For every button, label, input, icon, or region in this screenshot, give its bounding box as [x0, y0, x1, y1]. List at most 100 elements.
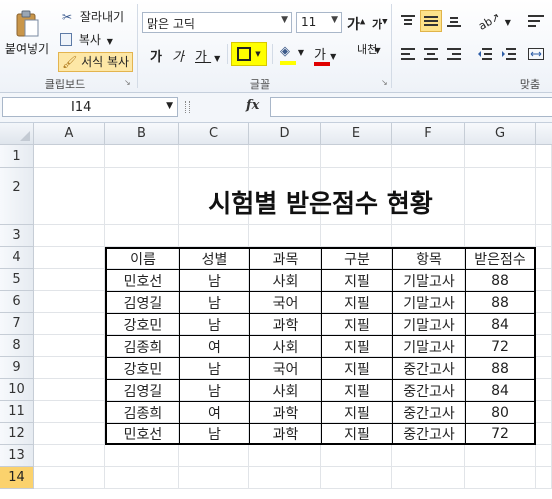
column-header-c[interactable]: C: [179, 123, 249, 145]
grid-cell[interactable]: [392, 145, 465, 168]
column-header-e[interactable]: E: [321, 123, 392, 145]
chevron-down-icon[interactable]: ▼: [375, 46, 381, 55]
format-painter-button[interactable]: 🖌 서식 복사: [58, 52, 134, 72]
grid-cell[interactable]: [536, 423, 552, 445]
row-header-8[interactable]: 8: [0, 335, 34, 357]
grid-cell[interactable]: [321, 225, 392, 247]
align-bottom-button[interactable]: [443, 10, 465, 32]
row-header-2[interactable]: 2: [0, 168, 34, 225]
table-cell[interactable]: 지필: [321, 423, 392, 445]
row-header-11[interactable]: 11: [0, 401, 34, 423]
grid-cell[interactable]: [536, 467, 552, 489]
font-size-select[interactable]: 11 ▼: [296, 12, 342, 33]
column-header-f[interactable]: F: [392, 123, 465, 145]
table-cell[interactable]: 민호선: [105, 269, 179, 291]
chevron-down-icon[interactable]: ▼: [214, 54, 220, 63]
grid-cell[interactable]: [536, 269, 552, 291]
chevron-down-icon[interactable]: ▼: [298, 48, 304, 57]
grow-font-button[interactable]: 가▲: [347, 14, 365, 34]
table-cell[interactable]: 지필: [321, 379, 392, 401]
copy-button[interactable]: 복사 ▼: [60, 31, 113, 48]
column-header-partial[interactable]: [536, 123, 552, 145]
grid-cell[interactable]: [34, 357, 105, 379]
grid-cell[interactable]: [34, 467, 105, 489]
table-cell[interactable]: 민호선: [105, 423, 179, 445]
table-cell[interactable]: 남: [179, 357, 249, 379]
table-cell[interactable]: 중간고사: [392, 423, 465, 445]
grid-cell[interactable]: [465, 467, 536, 489]
table-cell[interactable]: 사회: [249, 269, 321, 291]
table-cell[interactable]: 기말고사: [392, 291, 465, 313]
grid-cell[interactable]: [34, 379, 105, 401]
table-header-cell[interactable]: 구분: [321, 247, 392, 269]
align-left-button[interactable]: [397, 43, 419, 65]
row-header-12[interactable]: 12: [0, 423, 34, 445]
grid-cell[interactable]: [536, 445, 552, 467]
table-cell[interactable]: 여: [179, 335, 249, 357]
table-cell[interactable]: 지필: [321, 335, 392, 357]
table-cell[interactable]: 사회: [249, 335, 321, 357]
row-header-9[interactable]: 9: [0, 357, 34, 379]
grid-cell[interactable]: [249, 445, 321, 467]
grid-cell[interactable]: [179, 467, 249, 489]
table-cell[interactable]: 72: [465, 423, 536, 445]
table-cell[interactable]: 강호민: [105, 313, 179, 335]
table-cell[interactable]: 중간고사: [392, 379, 465, 401]
table-cell[interactable]: 남: [179, 379, 249, 401]
align-right-button[interactable]: [443, 43, 465, 65]
table-cell[interactable]: 기말고사: [392, 269, 465, 291]
table-cell[interactable]: 과학: [249, 401, 321, 423]
grid-cell[interactable]: [536, 247, 552, 269]
table-cell[interactable]: 과학: [249, 313, 321, 335]
formula-input[interactable]: [270, 97, 552, 117]
decrease-indent-button[interactable]: [474, 43, 496, 65]
table-cell[interactable]: 김종희: [105, 401, 179, 423]
table-header-cell[interactable]: 항목: [392, 247, 465, 269]
chevron-down-icon[interactable]: ▼: [166, 101, 173, 111]
table-header-cell[interactable]: 성별: [179, 247, 249, 269]
table-cell[interactable]: 국어: [249, 291, 321, 313]
table-cell[interactable]: 80: [465, 401, 536, 423]
grid-cell[interactable]: [536, 225, 552, 247]
grid-cell[interactable]: [34, 445, 105, 467]
grid-cell[interactable]: [536, 168, 552, 225]
grid-cell[interactable]: [536, 335, 552, 357]
column-header-g[interactable]: G: [465, 123, 536, 145]
font-name-select[interactable]: 맑은 고딕 ▼: [142, 12, 292, 33]
table-cell[interactable]: 88: [465, 357, 536, 379]
table-cell[interactable]: 88: [465, 269, 536, 291]
grid-cell[interactable]: [34, 145, 105, 168]
table-cell[interactable]: 88: [465, 291, 536, 313]
table-cell[interactable]: 국어: [249, 357, 321, 379]
grid-cell[interactable]: [105, 445, 179, 467]
row-header-7[interactable]: 7: [0, 313, 34, 335]
table-cell[interactable]: 남: [179, 269, 249, 291]
select-all-button[interactable]: [0, 123, 34, 145]
table-cell[interactable]: 남: [179, 423, 249, 445]
grid-cell[interactable]: [465, 445, 536, 467]
insert-function-button[interactable]: fx: [246, 98, 259, 113]
fill-color-button[interactable]: ◈ ▼: [280, 44, 304, 65]
row-header-4[interactable]: 4: [0, 247, 34, 269]
align-middle-button[interactable]: [420, 10, 442, 32]
align-center-button[interactable]: [420, 43, 442, 65]
grid-cell[interactable]: [34, 423, 105, 445]
table-cell[interactable]: 과학: [249, 423, 321, 445]
column-header-a[interactable]: A: [34, 123, 105, 145]
table-cell[interactable]: 남: [179, 313, 249, 335]
row-header-6[interactable]: 6: [0, 291, 34, 313]
grid-cell[interactable]: [34, 168, 105, 225]
splitter-handle[interactable]: [185, 101, 190, 113]
table-header-cell[interactable]: 받은점수: [465, 247, 536, 269]
table-cell[interactable]: 기말고사: [392, 313, 465, 335]
chevron-down-icon[interactable]: ▼: [505, 18, 511, 27]
table-header-cell[interactable]: 이름: [105, 247, 179, 269]
grid-cell[interactable]: [321, 445, 392, 467]
table-cell[interactable]: 기말고사: [392, 335, 465, 357]
grid-cell[interactable]: [392, 445, 465, 467]
grid-cell[interactable]: [105, 225, 179, 247]
grid-cell[interactable]: [34, 401, 105, 423]
table-cell[interactable]: 강호민: [105, 357, 179, 379]
row-header-13[interactable]: 13: [0, 445, 34, 467]
table-cell[interactable]: 지필: [321, 291, 392, 313]
